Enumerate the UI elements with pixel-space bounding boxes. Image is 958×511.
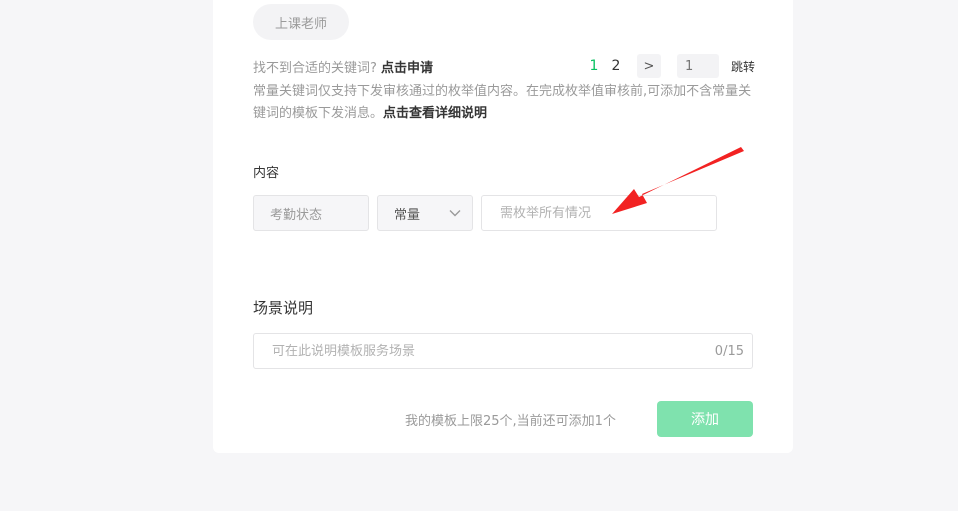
view-details-link[interactable]: 点击查看详细说明 xyxy=(383,106,487,121)
enum-value-input[interactable] xyxy=(498,204,700,222)
constant-keyword-description: 常量关键词仅支持下发审核通过的枚举值内容。在完成枚举值审核前,可添加不含常量关键… xyxy=(253,81,753,125)
scene-description-label: 场景说明 xyxy=(253,299,314,317)
apply-link[interactable]: 点击申请 xyxy=(381,61,433,76)
next-page-button[interactable]: > xyxy=(637,54,661,78)
chevron-down-icon xyxy=(449,210,461,217)
enum-value-field[interactable] xyxy=(481,195,717,231)
keyword-name-field: 考勤状态 xyxy=(253,195,369,231)
content-label: 内容 xyxy=(253,166,280,181)
keyword-type-value: 常量 xyxy=(394,207,421,223)
pagination: 1 2 > 跳转 xyxy=(583,54,755,78)
keyword-chip-label: 上课老师 xyxy=(274,16,327,32)
char-counter: 0/15 xyxy=(714,343,744,359)
description-text: 常量关键词仅支持下发审核通过的枚举值内容。在完成枚举值审核前,可添加不含常量关键… xyxy=(253,84,752,121)
jump-button[interactable]: 跳转 xyxy=(731,58,755,75)
add-button[interactable]: 添加 xyxy=(657,401,753,437)
chevron-right-icon: > xyxy=(643,58,655,74)
apply-keyword-hint: 找不到合适的关键词? 点击申请 xyxy=(253,57,433,76)
keyword-chip[interactable]: 上课老师 xyxy=(253,4,349,40)
template-form-card: 上课老师 找不到合适的关键词? 点击申请 1 2 > 跳转 常量关键词仅支持下发… xyxy=(213,0,793,453)
keyword-type-select[interactable]: 常量 xyxy=(377,195,473,231)
scene-description-field[interactable]: 0/15 xyxy=(253,333,753,369)
page-1[interactable]: 1 xyxy=(583,58,605,74)
template-limit-text: 我的模板上限25个,当前还可添加1个 xyxy=(405,414,616,429)
hint-text: 找不到合适的关键词? xyxy=(253,61,377,76)
scene-description-input[interactable] xyxy=(270,342,715,360)
page-2[interactable]: 2 xyxy=(605,58,627,74)
keyword-name-value: 考勤状态 xyxy=(270,207,323,223)
page-jump-input[interactable] xyxy=(677,54,719,78)
